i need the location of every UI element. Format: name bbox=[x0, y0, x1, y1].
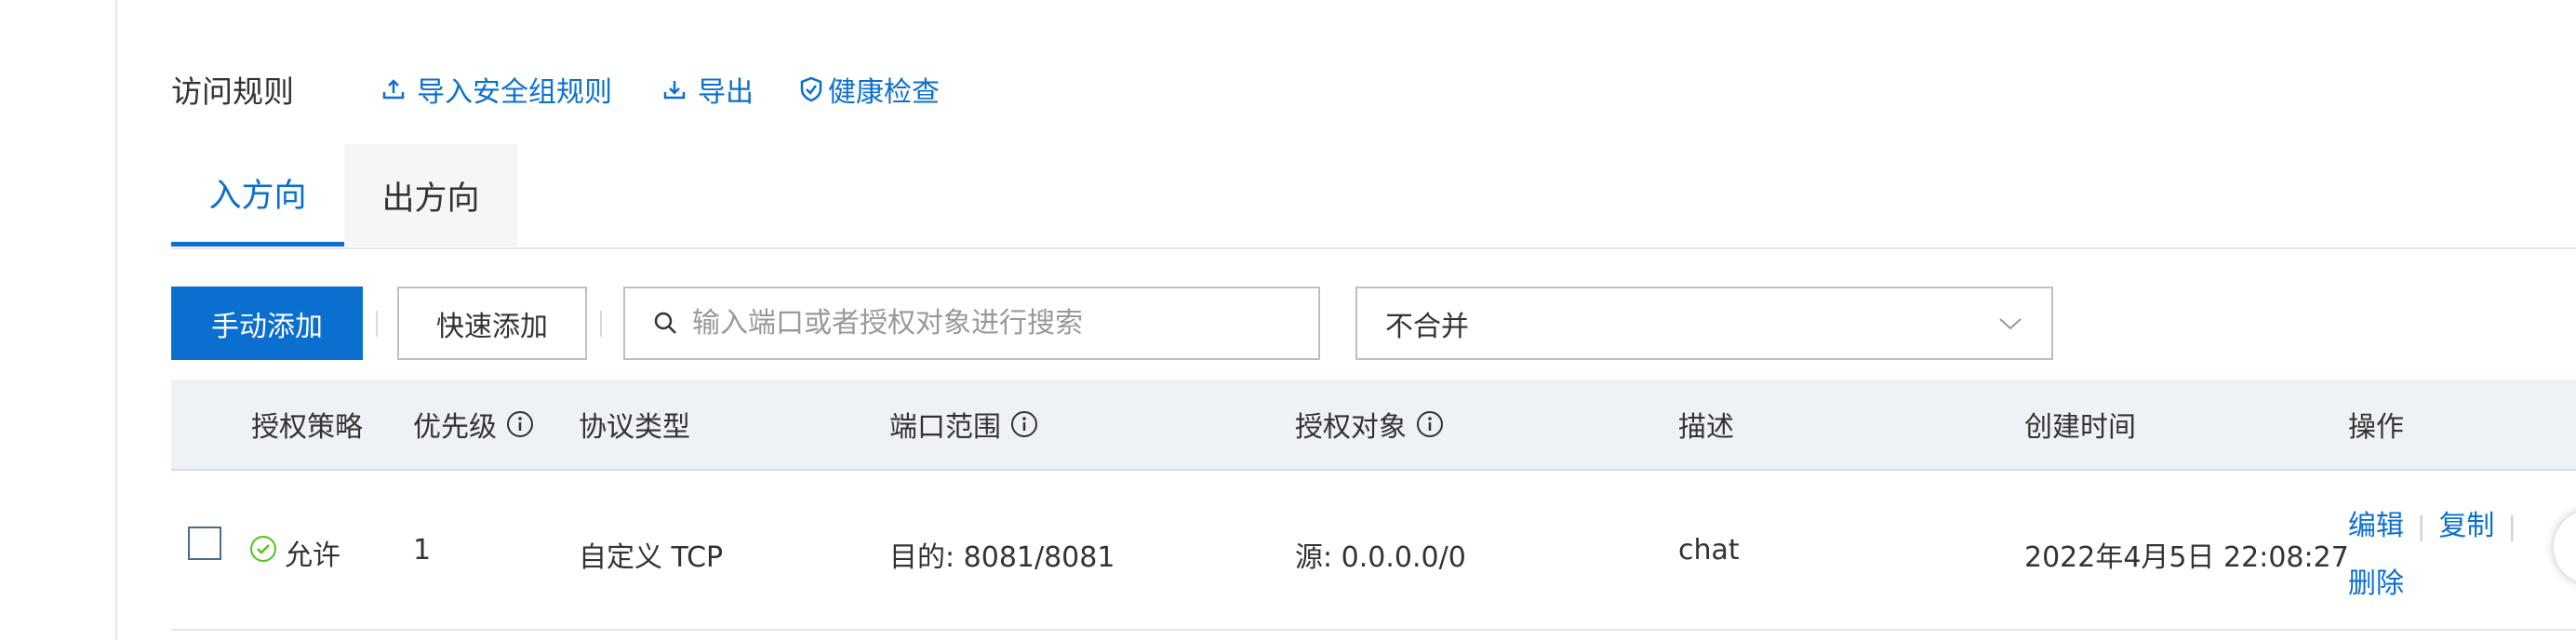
tabs-divider bbox=[171, 247, 2576, 249]
info-icon[interactable] bbox=[1416, 410, 1444, 438]
column-header-priority: 优先级 bbox=[413, 380, 534, 469]
column-header-policy: 授权策略 bbox=[251, 380, 363, 469]
search-icon bbox=[653, 311, 679, 337]
row-checkbox[interactable] bbox=[188, 527, 221, 560]
column-header-auth-object: 授权对象 bbox=[1295, 380, 1444, 469]
import-rules-label: 导入安全组规则 bbox=[417, 76, 612, 109]
table-header: 授权策略 优先级 协议类型 端口范围 授权对象 描述 创建时间 操作 bbox=[171, 380, 2576, 471]
column-label: 授权策略 bbox=[251, 411, 363, 444]
direction-tabs: 入方向 出方向 bbox=[171, 144, 517, 247]
manual-add-button[interactable]: 手动添加 bbox=[171, 287, 363, 360]
tab-inbound[interactable]: 入方向 bbox=[171, 144, 344, 247]
policy-cell: 允许 bbox=[249, 532, 340, 573]
toolbar-divider bbox=[600, 311, 602, 337]
info-icon[interactable] bbox=[506, 410, 534, 438]
page-title: 访问规则 bbox=[171, 73, 294, 110]
import-rules-link[interactable]: 导入安全组规则 bbox=[381, 69, 612, 110]
policy-value: 允许 bbox=[285, 540, 340, 572]
chevron-down-icon bbox=[1997, 307, 2023, 340]
health-check-link[interactable]: 健康检查 bbox=[798, 69, 940, 110]
actions-cell: 编辑 | 复制 | 删除 bbox=[2348, 502, 2529, 601]
export-label: 导出 bbox=[698, 76, 754, 109]
left-rail bbox=[0, 0, 117, 640]
tab-outbound-label: 出方向 bbox=[381, 180, 480, 218]
copy-link[interactable]: 复制 bbox=[2438, 510, 2494, 542]
check-circle-icon bbox=[249, 535, 277, 570]
column-header-description: 描述 bbox=[1678, 380, 1734, 469]
column-label: 描述 bbox=[1678, 411, 1734, 444]
tab-inbound-label: 入方向 bbox=[208, 178, 307, 215]
column-label: 端口范围 bbox=[889, 411, 1001, 444]
merge-select[interactable]: 不合并 bbox=[1355, 287, 2053, 360]
export-link[interactable]: 导出 bbox=[662, 69, 754, 110]
delete-link[interactable]: 删除 bbox=[2348, 567, 2404, 600]
tab-outbound[interactable]: 出方向 bbox=[344, 144, 517, 247]
health-check-label: 健康检查 bbox=[828, 76, 940, 109]
search-box bbox=[623, 287, 1320, 360]
column-header-actions: 操作 bbox=[2348, 380, 2404, 469]
op-divider: | bbox=[2507, 511, 2516, 541]
toolbar-divider bbox=[376, 311, 378, 337]
quick-add-button[interactable]: 快速添加 bbox=[397, 287, 587, 360]
search-input[interactable] bbox=[690, 306, 1289, 340]
actions-second-line: 删除 bbox=[2348, 560, 2529, 601]
download-icon bbox=[662, 77, 687, 101]
column-header-protocol: 协议类型 bbox=[579, 380, 690, 469]
protocol-cell: 自定义 TCP bbox=[579, 541, 724, 574]
description-cell: chat bbox=[1678, 534, 1740, 567]
column-label: 优先级 bbox=[413, 411, 497, 444]
merge-select-value: 不合并 bbox=[1385, 310, 1469, 343]
info-icon[interactable] bbox=[1010, 410, 1038, 438]
auth-object-cell: 源: 0.0.0.0/0 bbox=[1295, 541, 1466, 574]
column-label: 操作 bbox=[2348, 411, 2404, 444]
column-label: 创建时间 bbox=[2024, 411, 2136, 444]
column-header-port: 端口范围 bbox=[889, 380, 1038, 469]
column-label: 授权对象 bbox=[1295, 411, 1407, 444]
shield-check-icon bbox=[798, 75, 824, 103]
column-label: 协议类型 bbox=[579, 411, 690, 444]
table-row: 允许 1 自定义 TCP 目的: 8081/8081 源: 0.0.0.0/0 … bbox=[171, 471, 2576, 631]
created-time-cell: 2022年4月5日 22:08:27 bbox=[2024, 541, 2349, 574]
op-divider: | bbox=[2417, 511, 2426, 541]
port-range-cell: 目的: 8081/8081 bbox=[889, 541, 1115, 574]
column-header-created: 创建时间 bbox=[2024, 380, 2136, 469]
upload-icon bbox=[381, 77, 406, 101]
priority-cell: 1 bbox=[413, 534, 432, 567]
edit-link[interactable]: 编辑 bbox=[2348, 510, 2404, 542]
